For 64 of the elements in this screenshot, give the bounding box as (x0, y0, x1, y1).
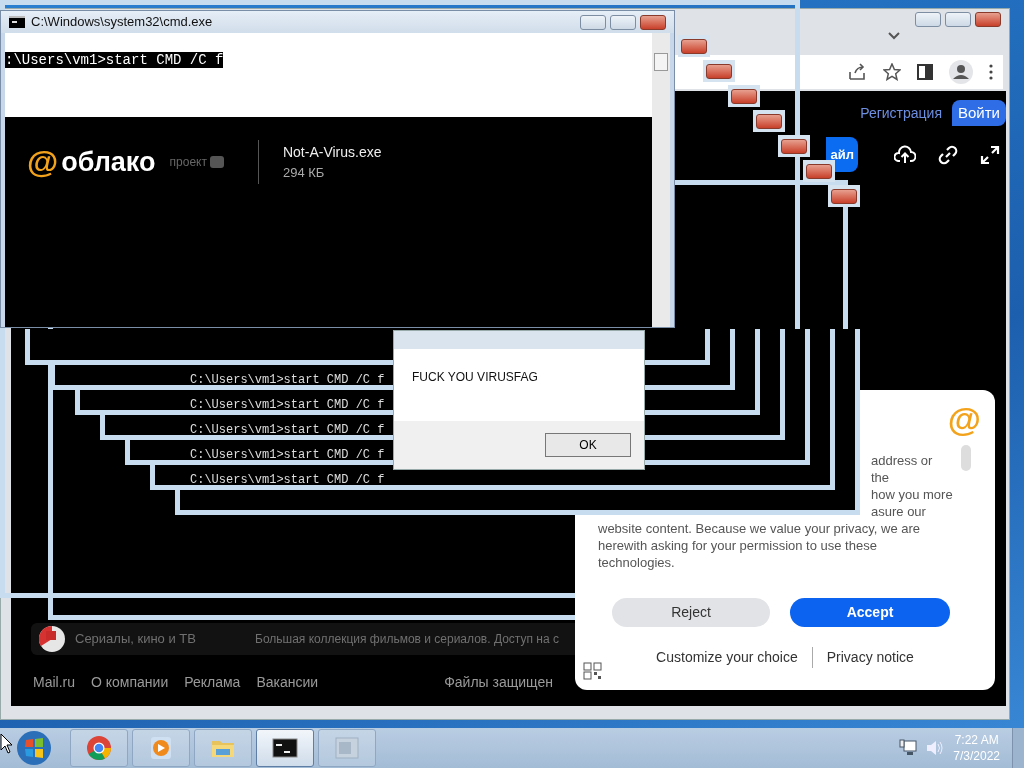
ok-button[interactable]: OK (545, 433, 631, 457)
message-text: FUCK YOU VIRUSFAG (411, 369, 539, 386)
console-line: C:\Users\vm1>start CMD /C f (190, 472, 385, 488)
footer-link[interactable]: О компании (91, 671, 169, 693)
link-icon[interactable] (938, 144, 958, 165)
login-button[interactable]: Войти (952, 99, 1006, 127)
tv-app-icon[interactable] (39, 626, 65, 652)
promo-title: Сериалы, кино и ТВ (75, 630, 197, 649)
logo-mark: @ (27, 146, 59, 178)
side-panel-icon[interactable] (917, 64, 933, 80)
promo-description: Большая коллекция фильмов и сериалов. Доступ на с (255, 631, 559, 648)
close-button[interactable] (640, 14, 666, 30)
fullscreen-icon[interactable] (980, 144, 1000, 165)
date-text: 7/3/2022 (953, 748, 1000, 764)
footer-link[interactable]: Вакансии (256, 671, 319, 693)
maximize-button[interactable] (945, 12, 971, 27)
footer-link[interactable]: Реклама (184, 671, 241, 693)
share-icon[interactable] (847, 63, 867, 81)
footer-note: Файлы защищен (444, 672, 553, 692)
network-icon[interactable] (899, 739, 918, 757)
window-icon (334, 735, 360, 761)
file-size: 294 КБ (282, 163, 326, 182)
accept-button[interactable]: Accept (790, 598, 950, 627)
browser-icon (86, 735, 112, 761)
qr-code-icon (583, 662, 603, 680)
close-button[interactable] (975, 12, 1001, 27)
star-icon[interactable] (883, 63, 901, 81)
time-text: 7:22 AM (953, 732, 1000, 748)
privacy-link[interactable]: Privacy notice (826, 647, 914, 668)
console-line: C:\Users\vm1>start CMD /C f (190, 447, 385, 463)
logo-tag: проект (169, 153, 207, 171)
minimize-button[interactable] (580, 14, 606, 30)
customize-link[interactable]: Customize your choice (656, 647, 798, 668)
footer-link[interactable]: Mail.ru (33, 671, 75, 693)
console-icon (272, 735, 298, 761)
scrollbar-thumb[interactable] (961, 445, 971, 471)
start-button[interactable] (14, 729, 54, 767)
dropdown-caret-icon[interactable] (887, 31, 901, 41)
window-title: C:\Windows\system32\cmd.exe (31, 13, 213, 32)
consent-text: website content. Because we value your privacy, we are herewith asking for your permission to use these technologies. (597, 520, 922, 571)
taskbar-button[interactable] (256, 729, 314, 767)
badge-icon (209, 156, 224, 168)
profile-icon[interactable] (949, 60, 973, 84)
cursor-icon (0, 733, 14, 755)
text-fragment: how you more (871, 486, 953, 503)
console-icon (9, 16, 25, 28)
logo-mark: @ (947, 402, 981, 436)
register-link[interactable]: Регистрация (860, 102, 942, 124)
text-fragment: the (871, 469, 890, 486)
console-line: C:\Users\vm1>start CMD /C f (190, 372, 385, 388)
media-player-icon (148, 735, 174, 761)
text-fragment: address or (871, 452, 933, 469)
text-fragment: asure our (871, 503, 926, 520)
console-line: C:\Users\vm1>start CMD /C f (190, 397, 385, 413)
menu-icon[interactable] (989, 64, 993, 80)
reject-button[interactable]: Reject (612, 598, 770, 627)
console-line: C:\Users\vm1>start CMD /C f (190, 422, 385, 438)
scrollbar[interactable] (652, 33, 670, 327)
maximize-button[interactable] (610, 14, 636, 30)
logo-text: облако (61, 145, 156, 179)
minimize-button[interactable] (915, 12, 941, 27)
upload-cloud-icon[interactable] (894, 144, 916, 165)
download-button[interactable]: айл (826, 137, 858, 172)
file-name: Not-A-Virus.exe (282, 142, 382, 162)
